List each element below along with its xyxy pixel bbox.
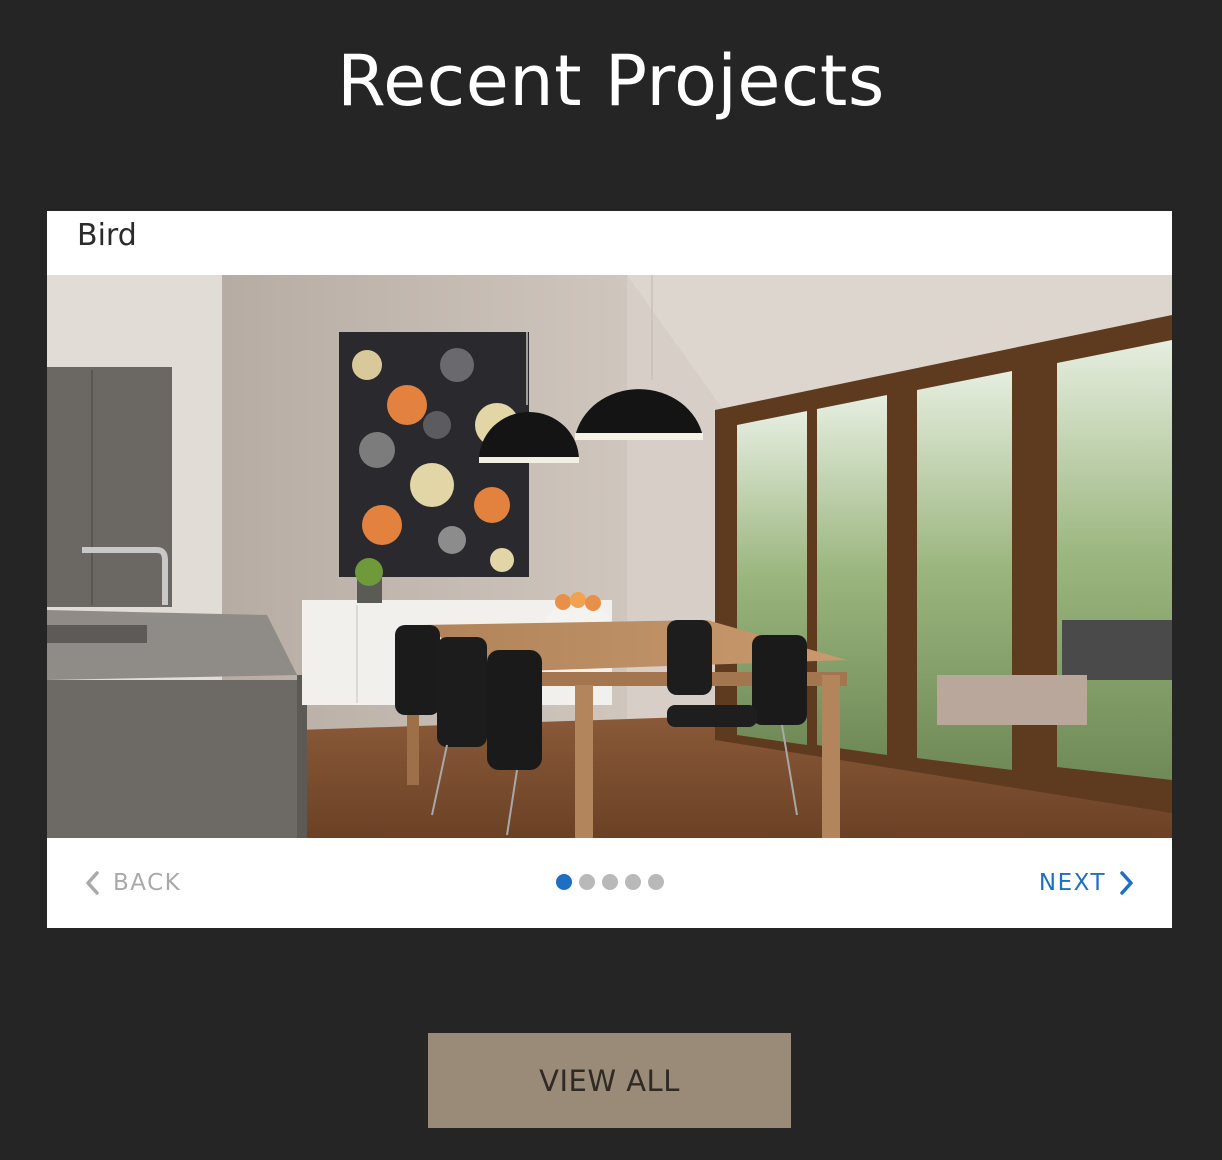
next-button[interactable]: NEXT	[1039, 866, 1134, 900]
next-label: NEXT	[1038, 870, 1106, 896]
project-photo	[47, 275, 1172, 838]
slide-dot[interactable]	[647, 874, 664, 890]
view-all-button[interactable]: VIEW ALL	[428, 1033, 791, 1128]
project-carousel: Bird BACK NEXT	[47, 211, 1172, 928]
slide-dot[interactable]	[555, 874, 572, 890]
slide-title: Bird	[77, 218, 137, 253]
page-title: Recent Projects	[337, 40, 885, 122]
carousel-nav: BACK NEXT	[47, 838, 1172, 928]
slide-dot[interactable]	[601, 874, 618, 890]
slide-dot[interactable]	[578, 874, 595, 890]
chevron-right-icon	[1120, 871, 1134, 895]
slide-indicators	[47, 874, 1172, 890]
slide-dot[interactable]	[624, 874, 641, 890]
